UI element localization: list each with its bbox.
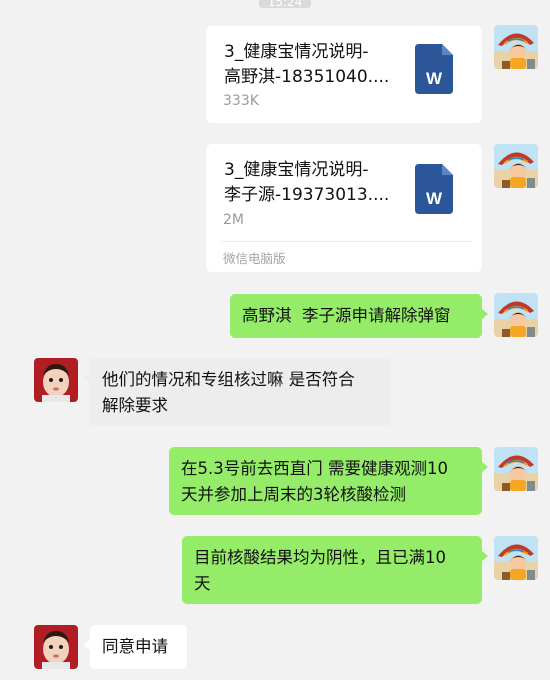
self-avatar[interactable] — [494, 144, 538, 188]
word-document-icon — [415, 44, 453, 94]
contact-avatar[interactable] — [34, 625, 78, 669]
message-bubble[interactable]: 同意申请 — [84, 625, 187, 669]
file-message-card[interactable]: 3_健康宝情况说明- 李子源-19373013.... 2M 微信电脑版 — [206, 144, 482, 272]
contact-avatar[interactable] — [34, 358, 78, 402]
message-text: 同意申请 — [102, 637, 168, 656]
message-bubble[interactable]: 目前核酸结果均为阴性，且已满10 天 — [182, 536, 488, 604]
self-avatar[interactable] — [494, 536, 538, 580]
self-avatar[interactable] — [494, 293, 538, 337]
self-avatar[interactable] — [494, 447, 538, 491]
message-text: 在5.3号前去西直门 需要健康观测10 天并参加上周末的3轮核酸检测 — [181, 459, 448, 504]
message-bubble[interactable]: 他们的情况和专组核过嘛 是否符合 解除要求 — [84, 358, 391, 426]
card-divider — [222, 241, 472, 242]
file-message-card[interactable]: 3_健康宝情况说明- 高野淇-18351040.... 333K — [206, 26, 482, 123]
file-source-label: 微信电脑版 — [223, 251, 286, 266]
file-name: 3_健康宝情况说明- 李子源-19373013.... — [224, 160, 390, 205]
file-size: 2M — [223, 212, 244, 228]
message-text: 他们的情况和专组核过嘛 是否符合 解除要求 — [102, 370, 355, 415]
message-bubble[interactable]: 在5.3号前去西直门 需要健康观测10 天并参加上周末的3轮核酸检测 — [169, 447, 488, 515]
file-size: 333K — [223, 93, 259, 109]
file-name: 3_健康宝情况说明- 高野淇-18351040.... — [224, 42, 390, 87]
self-avatar[interactable] — [494, 25, 538, 69]
message-timestamp: 15:24 — [259, 0, 311, 9]
word-document-icon — [415, 164, 453, 214]
message-bubble[interactable]: 高野淇 李子源申请解除弹窗 — [230, 294, 488, 338]
message-text: 高野淇 李子源申请解除弹窗 — [242, 306, 451, 325]
message-text: 目前核酸结果均为阴性，且已满10 天 — [194, 548, 446, 593]
